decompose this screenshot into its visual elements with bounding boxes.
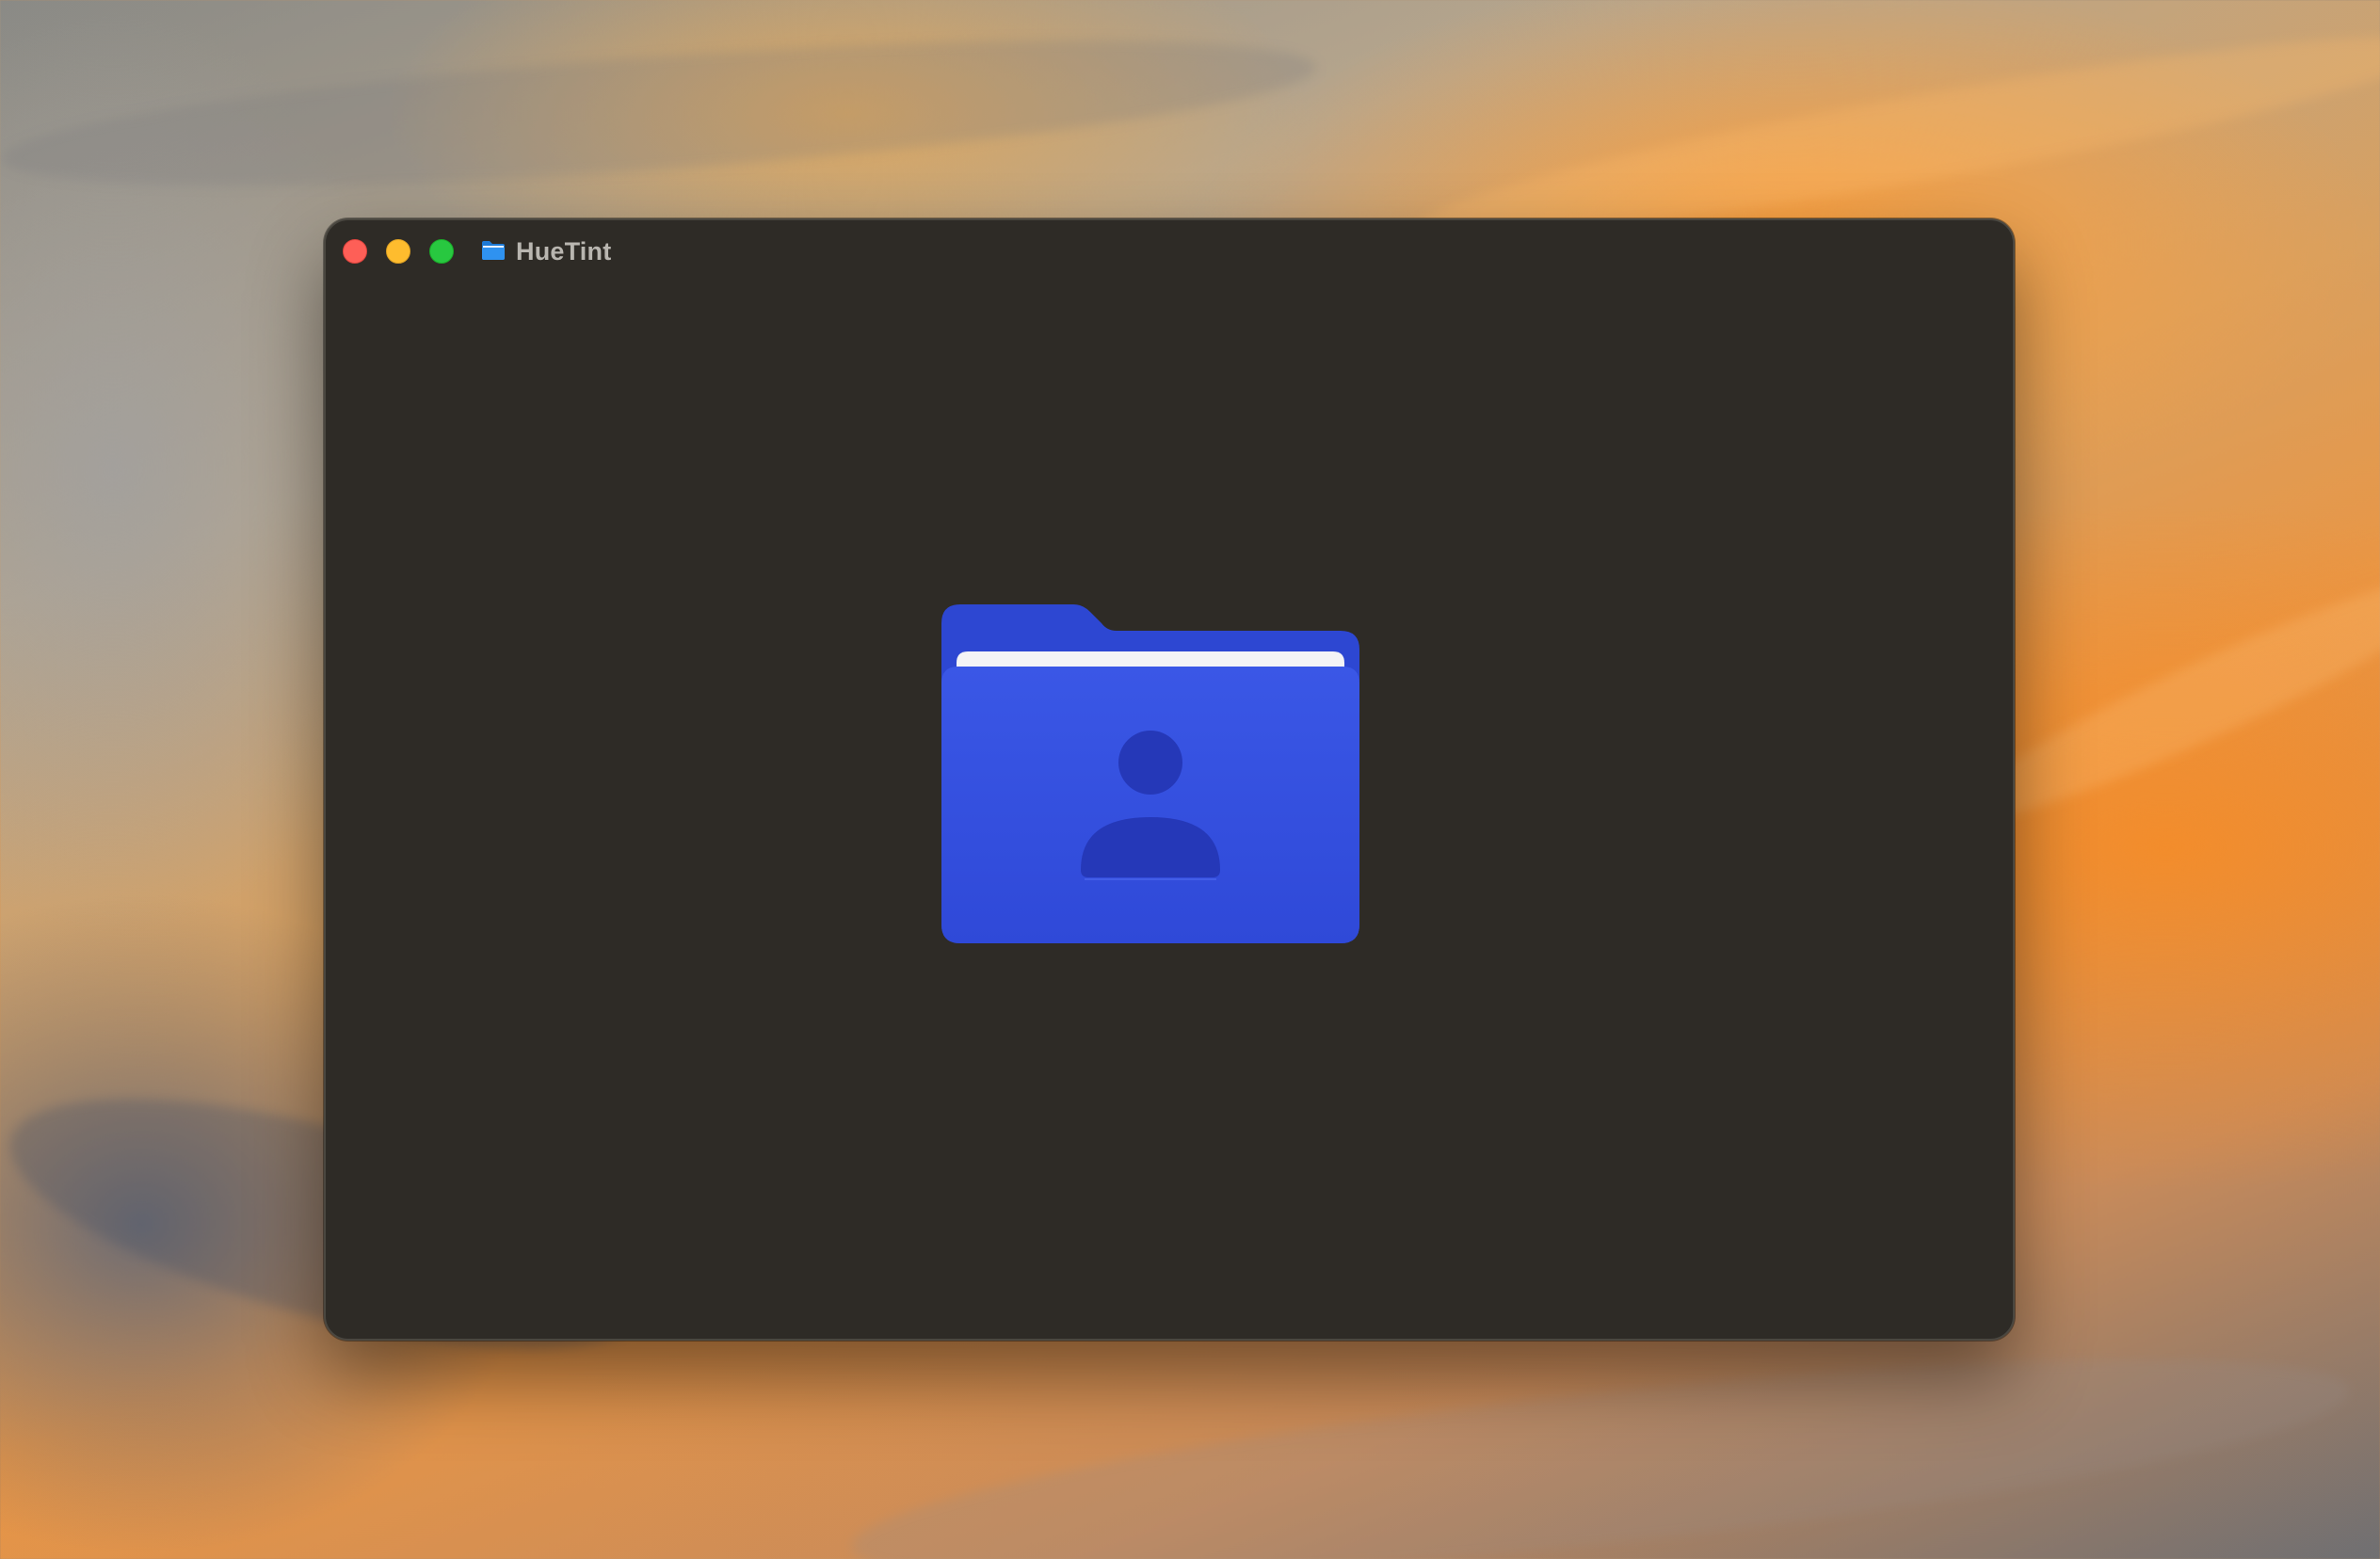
close-button[interactable] — [343, 239, 367, 264]
folder-icon — [482, 241, 505, 260]
window-titlebar[interactable]: HueTint — [326, 220, 2013, 282]
app-window: HueTint — [324, 218, 2015, 1341]
person-head — [1118, 731, 1182, 795]
wallpaper-streak — [844, 1314, 2357, 1559]
wallpaper-streak — [0, 10, 1321, 216]
zoom-button[interactable] — [429, 239, 454, 264]
window-title: HueTint — [516, 237, 612, 265]
minimize-button[interactable] — [386, 239, 410, 264]
user-folder-icon — [941, 604, 1359, 943]
